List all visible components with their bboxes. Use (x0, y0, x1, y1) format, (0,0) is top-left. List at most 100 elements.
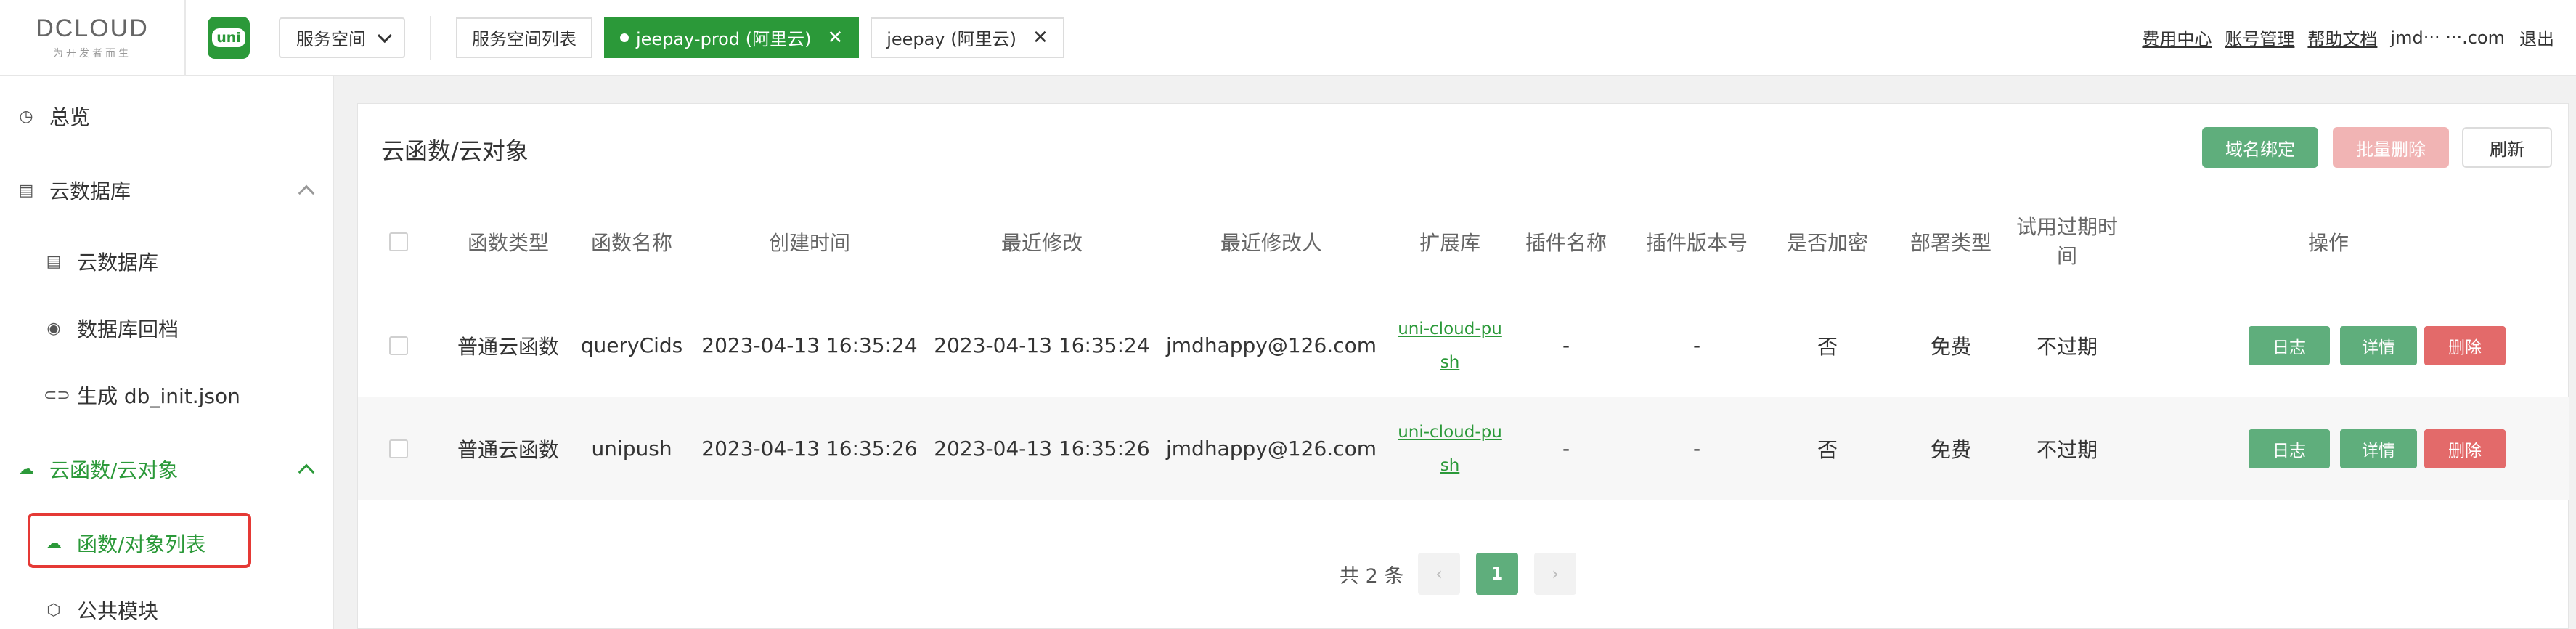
extension-link[interactable]: uni-cloud-pu sh (1392, 397, 1508, 500)
sidebar-item-label: 云函数/云对象 (49, 458, 179, 482)
extension-link-line1[interactable]: uni-cloud-pu (1398, 312, 1502, 346)
cell-modified: 2023-04-13 16:35:26 (934, 437, 1150, 460)
sidebar-item-database[interactable]: ▤ 云数据库 (0, 243, 334, 280)
logo-text: DCLOUD (36, 15, 149, 42)
cell-expire: 不过期 (2036, 437, 2098, 462)
tab-space-list[interactable]: 服务空间列表 (456, 17, 592, 58)
column-header[interactable]: 函数类型 (439, 190, 577, 293)
extension-link-line2[interactable]: sh (1440, 449, 1460, 482)
sidebar-item-common-modules[interactable]: ⬡ 公共模块 (0, 591, 334, 629)
database-icon: ▤ (18, 181, 34, 200)
close-icon[interactable]: ✕ (1032, 27, 1048, 49)
column-header[interactable]: 试用过期时间 (2016, 190, 2118, 293)
link-icon: ⊂⊃ (44, 386, 70, 405)
refresh-button[interactable]: 刷新 (2462, 127, 2552, 168)
pagination-next-button[interactable]: › (1534, 553, 1576, 595)
column-header[interactable]: 函数名称 (570, 190, 693, 293)
cell-created: 2023-04-13 16:35:24 (701, 333, 918, 357)
delete-button[interactable]: 删除 (2424, 429, 2506, 468)
column-header[interactable]: 创建时间 (701, 190, 918, 293)
cell-expire: 不过期 (2036, 334, 2098, 359)
header-divider (430, 15, 431, 60)
pagination-prev-button[interactable]: ‹ (1418, 553, 1460, 595)
dcloud-logo[interactable]: DCLOUD 为开发者而生 (0, 0, 186, 76)
sidebar-item-cloud-functions[interactable]: ☁ 云函数/云对象 (0, 450, 334, 488)
close-icon[interactable]: ✕ (827, 27, 843, 49)
dashboard-icon: ◷ (19, 107, 33, 126)
billing-link[interactable]: 费用中心 (2142, 25, 2212, 50)
sidebar-item-overview[interactable]: ◷ 总览 (0, 97, 334, 135)
cell-plugin-name: - (1562, 333, 1570, 357)
detail-button[interactable]: 详情 (2340, 326, 2417, 365)
detail-button[interactable]: 详情 (2340, 429, 2417, 468)
batch-delete-button[interactable]: 批量删除 (2333, 127, 2449, 168)
sidebar-item-label: 公共模块 (77, 599, 159, 623)
cell-name: queryCids (580, 333, 683, 357)
sidebar: ◷ 总览 ▤ 云数据库 ▤ 云数据库 ◉ 数据库回档 ⊂⊃ 生成 db_init… (0, 76, 334, 629)
page-title: 云函数/云对象 (381, 137, 529, 165)
tab-label: jeepay (阿里云) (886, 29, 1016, 49)
chevron-up-icon (298, 463, 315, 481)
chevron-down-icon (377, 28, 392, 43)
table-row[interactable]: 普通云函数 queryCids 2023-04-13 16:35:24 2023… (358, 294, 2569, 397)
pagination-total: 共 2 条 (1340, 564, 1404, 588)
table-header-row: 函数类型 函数名称 创建时间 最近修改 最近修改人 扩展库 插件名称 插件版本号… (358, 190, 2569, 293)
column-header[interactable]: 最近修改人 (1165, 190, 1377, 293)
cell-modifier: jmdhappy@126.com (1166, 333, 1377, 357)
column-header[interactable]: 是否加密 (1769, 190, 1886, 293)
user-email: jmd··· ···.com (2390, 27, 2505, 48)
sidebar-item-cloud-database[interactable]: ▤ 云数据库 (0, 171, 334, 209)
delete-button[interactable]: 删除 (2424, 326, 2506, 365)
logo-subtitle: 为开发者而生 (53, 48, 131, 60)
cell-plugin-name: - (1562, 437, 1570, 460)
column-header[interactable]: 扩展库 (1392, 190, 1508, 293)
function-list-panel: 云函数/云对象 域名绑定 批量删除 刷新 函数类型 函数名称 创建时间 最近修改… (357, 103, 2569, 629)
space-dropdown-label: 服务空间 (296, 29, 366, 49)
cell-type: 普通云函数 (457, 437, 559, 462)
tab-label: jeepay-prod (阿里云) (636, 29, 812, 49)
account-link[interactable]: 账号管理 (2225, 25, 2294, 50)
cell-name: unipush (591, 437, 672, 460)
sidebar-item-label: 总览 (49, 105, 91, 129)
uni-app-icon[interactable]: uni (208, 16, 250, 59)
sidebar-item-label: 生成 db_init.json (77, 384, 240, 408)
log-button[interactable]: 日志 (2249, 429, 2330, 468)
extension-link-line2[interactable]: sh (1440, 346, 1460, 379)
module-icon: ⬡ (46, 601, 61, 620)
pagination-page-1[interactable]: 1 (1476, 553, 1518, 595)
column-header[interactable]: 部署类型 (1886, 190, 2016, 293)
cell-deploy: 免费 (1930, 334, 1971, 359)
chevron-up-icon (298, 184, 315, 202)
table-icon: ▤ (46, 252, 62, 271)
logout-link[interactable]: 退出 (2519, 25, 2554, 50)
tab-label: 服务空间列表 (472, 29, 576, 49)
cell-deploy: 免费 (1930, 437, 1971, 462)
cell-plugin-version: - (1692, 333, 1701, 357)
cloud-icon: ☁ (18, 460, 34, 479)
tab-jeepay[interactable]: jeepay (阿里云) ✕ (871, 17, 1064, 58)
tab-jeepay-prod[interactable]: jeepay-prod (阿里云) ✕ (604, 17, 860, 58)
column-header[interactable]: 最近修改 (933, 190, 1151, 293)
column-header: 操作 (2307, 230, 2349, 255)
uni-badge-text: uni (212, 28, 245, 47)
log-button[interactable]: 日志 (2249, 326, 2330, 365)
extension-link[interactable]: uni-cloud-pu sh (1392, 294, 1508, 397)
select-all-checkbox[interactable] (387, 190, 410, 293)
sidebar-item-label: 数据库回档 (77, 317, 179, 341)
row-checkbox[interactable] (387, 294, 410, 397)
cell-plugin-version: - (1692, 437, 1701, 460)
selection-highlight-box (28, 513, 251, 568)
domain-bind-button[interactable]: 域名绑定 (2202, 127, 2318, 168)
row-checkbox[interactable] (387, 397, 410, 500)
space-dropdown[interactable]: 服务空间 (279, 17, 405, 58)
table-row[interactable]: 普通云函数 unipush 2023-04-13 16:35:26 2023-0… (358, 397, 2569, 500)
sidebar-item-db-init[interactable]: ⊂⊃ 生成 db_init.json (0, 376, 334, 414)
active-dot-icon (620, 33, 629, 42)
column-header[interactable]: 插件版本号 (1624, 190, 1769, 293)
extension-link-line1[interactable]: uni-cloud-pu (1398, 415, 1502, 449)
cell-modified: 2023-04-13 16:35:24 (934, 333, 1150, 357)
column-header[interactable]: 插件名称 (1508, 190, 1624, 293)
cell-created: 2023-04-13 16:35:26 (701, 437, 918, 460)
help-docs-link[interactable]: 帮助文档 (2307, 25, 2377, 50)
sidebar-item-db-restore[interactable]: ◉ 数据库回档 (0, 309, 334, 347)
